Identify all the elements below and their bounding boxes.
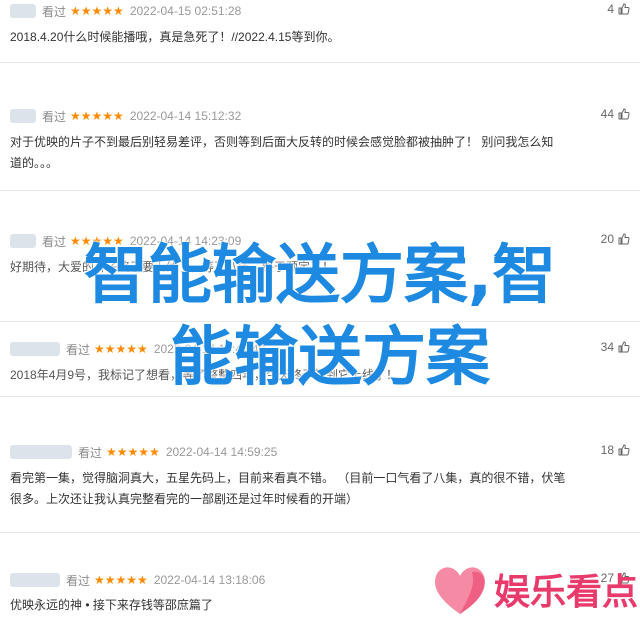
- watermark-logo: 娱乐看点: [430, 560, 638, 618]
- like-button[interactable]: 4: [607, 2, 630, 16]
- rating-label: 看过: [78, 445, 103, 460]
- overlay-title-line2: 能输送方案: [170, 321, 490, 395]
- like-button[interactable]: 18: [601, 443, 630, 457]
- comment-meta: 看过 ★★★★★ 2022-04-14 13:18:06: [10, 571, 265, 589]
- comment-meta: 看过 ★★★★★ 2022-04-14 14:59:25: [10, 443, 277, 461]
- comment-text: 2018.4.20什么时候能播哦，真是急死了！//2022.4.15等到你。: [10, 27, 630, 48]
- comment-line: 看完第一集，觉得脑洞真大，五星先码上，目前来看真不错。 （目前一口气看了八集，真…: [10, 471, 566, 485]
- comment-line: 2018.4.20什么时候能播哦，真是急死了！//2022.4.15等到你。: [10, 30, 340, 44]
- thumbs-up-icon: [618, 444, 630, 456]
- overlay-title-line1: 智能输送方案,智: [83, 239, 557, 313]
- comment-meta: 看过 ★★★★★ 2022-04-15 02:51:28: [10, 2, 241, 20]
- thumbs-up-icon: [618, 3, 630, 15]
- like-count: 18: [600, 443, 614, 457]
- comment-time: 2022-04-15 02:51:28: [129, 4, 242, 18]
- like-count: 44: [600, 107, 614, 121]
- comment-time: 2022-04-14 13:18:06: [153, 573, 266, 587]
- rating-label: 看过: [42, 4, 67, 19]
- comment-line: 道的。。。: [10, 156, 59, 170]
- like-count: 4: [607, 2, 614, 16]
- comment-meta: 看过 ★★★★★ 2022-04-14 15:12:32: [10, 107, 241, 125]
- watermark-text: 娱乐看点: [494, 572, 639, 613]
- like-button[interactable]: 44: [601, 107, 630, 121]
- comment-item: 看过 ★★★★★ 2022-04-14 15:12:32 44 对于优映的片子不…: [0, 63, 640, 191]
- heart-icon: [435, 567, 485, 614]
- comment-line: 很多。上次还让我认真完整看完的一部剧还是过年时候看的开端）: [10, 492, 359, 506]
- star-rating: ★★★★★: [70, 109, 124, 123]
- star-rating: ★★★★★: [106, 445, 160, 459]
- avatar[interactable]: [10, 573, 60, 587]
- comment-item: 看过 ★★★★★ 2022-04-15 02:51:28 4 2018.4.20…: [0, 0, 640, 63]
- avatar[interactable]: [10, 445, 72, 459]
- star-rating: ★★★★★: [70, 4, 124, 18]
- avatar[interactable]: [10, 109, 36, 123]
- thumbs-up-icon: [618, 108, 630, 120]
- comment-text: 看完第一集，觉得脑洞真大，五星先码上，目前来看真不错。 （目前一口气看了八集，真…: [10, 468, 630, 510]
- comment-item: 看过 ★★★★★ 2022-04-14 14:59:25 18 看完第一集，觉得…: [0, 397, 640, 533]
- star-rating: ★★★★★: [94, 573, 148, 587]
- avatar[interactable]: [10, 4, 36, 18]
- rating-label: 看过: [42, 109, 67, 124]
- comment-line: 对于优映的片子不到最后别轻易差评，否则等到后面大反转的时候会感觉脸都被抽肿了！ …: [10, 135, 554, 149]
- comment-time: 2022-04-14 14:59:25: [165, 445, 278, 459]
- comment-time: 2022-04-14 15:12:32: [129, 109, 242, 123]
- rating-label: 看过: [66, 573, 91, 588]
- comment-text: 对于优映的片子不到最后别轻易差评，否则等到后面大反转的时候会感觉脸都被抽肿了！ …: [10, 132, 630, 174]
